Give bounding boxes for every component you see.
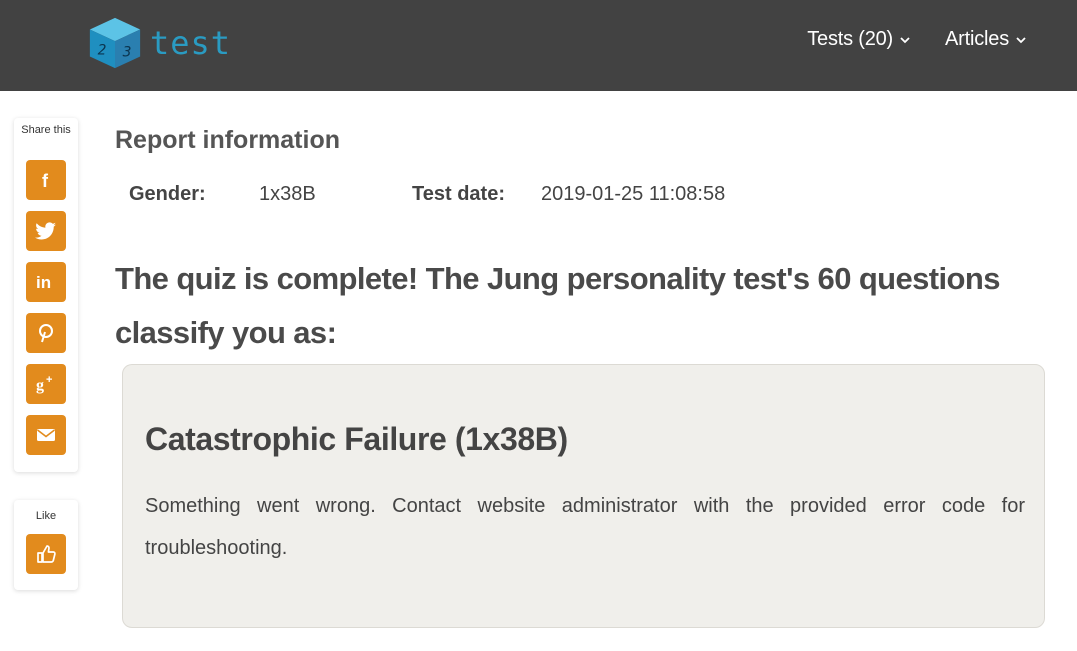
- share-email-button[interactable]: [26, 415, 66, 455]
- like-button[interactable]: [26, 534, 66, 574]
- share-sidebar: Share this f in g +: [14, 118, 78, 472]
- svg-text:g: g: [36, 377, 44, 394]
- share-google-plus-button[interactable]: g +: [26, 364, 66, 404]
- like-panel: Like: [14, 500, 78, 590]
- test-date-label: Test date:: [412, 183, 505, 205]
- site-logo[interactable]: 2 3 test: [86, 14, 231, 72]
- result-title: Catastrophic Failure (1x38B): [145, 421, 568, 457]
- svg-text:2: 2: [98, 43, 107, 59]
- share-twitter-button[interactable]: [26, 211, 66, 251]
- gender-value: 1x38B: [259, 183, 316, 205]
- gender-label: Gender:: [129, 183, 206, 205]
- svg-text:3: 3: [122, 45, 132, 61]
- main-nav: Tests (20) Articles: [807, 28, 1027, 51]
- chevron-down-icon: [1016, 36, 1026, 43]
- share-label: Share this: [21, 124, 71, 136]
- nav-tests-dropdown[interactable]: Tests (20): [807, 28, 911, 51]
- result-box: Catastrophic Failure (1x38B) Something w…: [122, 364, 1045, 628]
- email-icon: [37, 429, 55, 441]
- linkedin-icon: in: [36, 273, 51, 292]
- thumbs-up-icon: [37, 545, 56, 563]
- test-date-value: 2019-01-25 11:08:58: [541, 183, 726, 205]
- chevron-down-icon: [900, 36, 910, 43]
- google-plus-icon: g +: [36, 374, 52, 394]
- dice-logo-icon: 2 3: [89, 17, 141, 69]
- share-linkedin-button[interactable]: in: [26, 262, 66, 302]
- nav-articles-label: Articles: [945, 28, 1009, 50]
- svg-text:f: f: [42, 171, 49, 190]
- share-pinterest-button[interactable]: [26, 313, 66, 353]
- result-description: Something went wrong. Contact website ad…: [145, 495, 1025, 559]
- svg-text:+: +: [46, 374, 52, 386]
- nav-tests-label: Tests (20): [807, 28, 894, 50]
- top-navigation-bar: 2 3 test Tests (20) Articles: [0, 0, 1077, 91]
- twitter-icon: [35, 222, 56, 240]
- like-label: Like: [35, 510, 57, 522]
- result-headline: The quiz is complete! The Jung personali…: [115, 261, 1000, 350]
- nav-articles-dropdown[interactable]: Articles: [945, 28, 1027, 51]
- logo-text: test: [150, 24, 232, 62]
- pinterest-icon: [39, 324, 53, 343]
- share-facebook-button[interactable]: f: [26, 160, 66, 200]
- svg-text:in: in: [36, 273, 51, 292]
- facebook-icon: f: [42, 171, 49, 190]
- report-title: Report information: [115, 126, 340, 154]
